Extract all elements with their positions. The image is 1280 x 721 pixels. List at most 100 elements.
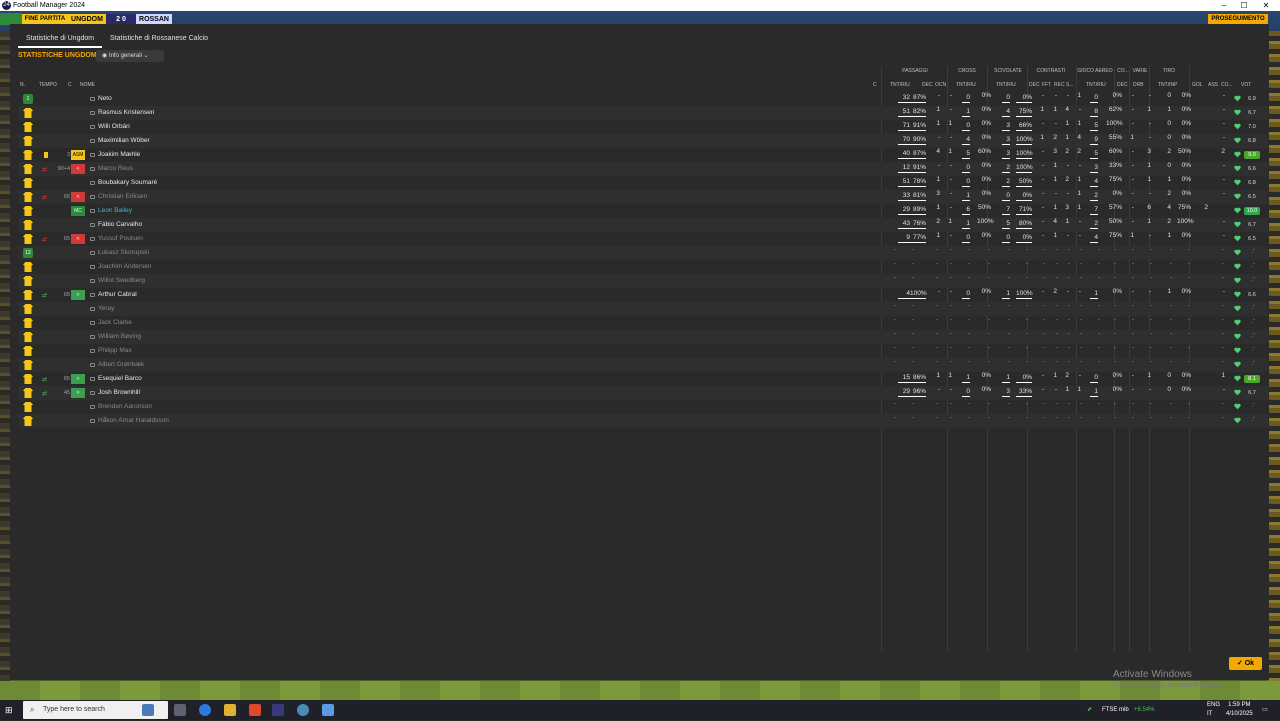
player-card-icon[interactable]: [90, 279, 95, 283]
player-card-icon[interactable]: [90, 391, 95, 395]
table-row[interactable]: Maximilian Wöber 70 90% - -4 0% 3 100% 1 2 1 4 9 55% 1…: [18, 134, 1268, 148]
table-row[interactable]: Joachim Andersen - - - - - - - - - - - - - - - - - - - - -: [18, 260, 1268, 274]
col-aereo-tnt[interactable]: TNT/RIU: [1086, 82, 1106, 88]
table-row[interactable]: Fábio Carvalho 43 76% 2 1 1 100% 5 80% - 4 1 - 2 50% - 1…: [18, 218, 1268, 232]
steam-icon[interactable]: [297, 704, 309, 716]
brave-icon[interactable]: [249, 704, 261, 716]
player-card-icon[interactable]: [90, 321, 95, 325]
tab-away-stats[interactable]: Statistiche di Rossanese Calcio: [102, 32, 216, 48]
table-row[interactable]: Brenden Aaronson - - - - - - - - - - - - - - - - - - - - -: [18, 400, 1268, 414]
position-badge[interactable]: >: [71, 290, 85, 300]
col-sciv-tnt[interactable]: TNT/RIU: [996, 82, 1016, 88]
player-name[interactable]: William Bøving: [98, 330, 141, 344]
player-card-icon[interactable]: [90, 195, 95, 199]
col-co-dec[interactable]: DEC: [1117, 82, 1128, 88]
col-vot[interactable]: VOT: [1241, 82, 1251, 88]
player-card-icon[interactable]: [90, 419, 95, 423]
col-contr-dec[interactable]: DEC: [1029, 82, 1040, 88]
player-name[interactable]: Willi Orbán: [98, 120, 130, 134]
view-select[interactable]: ◉ Info generali ⌄: [96, 50, 164, 62]
player-name[interactable]: Maximilian Wöber: [98, 134, 150, 148]
table-row[interactable]: Rasmus Kristensen 51 82% 1 - 1 0% 4 75% 1 1 4 - 8 62% -…: [18, 106, 1268, 120]
position-badge[interactable]: MC: [71, 206, 85, 216]
player-card-icon[interactable]: [90, 97, 95, 101]
task-view-icon[interactable]: [174, 704, 186, 716]
player-card-icon[interactable]: [90, 349, 95, 353]
position-badge[interactable]: <: [71, 234, 85, 244]
player-card-icon[interactable]: [90, 181, 95, 185]
position-badge[interactable]: ASM: [71, 150, 85, 160]
clock[interactable]: 1:59 PM 4/10/2025: [1226, 701, 1253, 721]
table-row[interactable]: Philipp Max - - - - - - - - - - - - - - - - - - - - -: [18, 344, 1268, 358]
file-explorer-icon[interactable]: [224, 704, 236, 716]
player-name[interactable]: Jack Clarke: [98, 316, 132, 330]
col-tempo[interactable]: TEMPO: [39, 82, 57, 88]
table-row[interactable]: ⇄ 65 < Christian Eriksen 33 81% 3 - 1 0% 0 0% - - - 1 2 0…: [18, 190, 1268, 204]
table-row[interactable]: Yeray - - - - - - - - - - - - - - - - - - - - -: [18, 302, 1268, 316]
player-name[interactable]: Håkon Arnar Haraldsson: [98, 414, 169, 428]
col-c[interactable]: C: [68, 82, 72, 88]
col-c2[interactable]: C: [873, 82, 877, 88]
football-manager-taskbar-icon[interactable]: [272, 704, 284, 716]
language-indicator[interactable]: ENG IT: [1207, 701, 1220, 721]
table-row[interactable]: ⇄ 90+4 < Marco Reus 12 91% - -0 0% 2 100% -1- -3 33% -…: [18, 162, 1268, 176]
notification-icon[interactable]: ▭: [1262, 700, 1268, 720]
col-gol[interactable]: GOL: [1192, 82, 1203, 88]
col-pass-tnt[interactable]: TNT/RIU: [890, 82, 910, 88]
player-name[interactable]: Albert Grønbæk: [98, 358, 144, 372]
player-name[interactable]: Neto: [98, 92, 112, 106]
player-card-icon[interactable]: [90, 139, 95, 143]
player-name[interactable]: Willot Swedberg: [98, 274, 145, 288]
col-drb[interactable]: DRB: [1133, 82, 1144, 88]
player-name[interactable]: Leon Bailey: [98, 204, 132, 218]
table-row[interactable]: MC Leon Bailey 29 89% 1 - 6 50% 7 71% - 1 3 1 7 57% - 6 4 7…: [18, 204, 1268, 218]
player-card-icon[interactable]: [90, 209, 95, 213]
player-name[interactable]: Boubakary Soumaré: [98, 176, 157, 190]
col-occ[interactable]: OCN: [935, 82, 946, 88]
table-row[interactable]: Willi Orbán 71 91% 1 1 0 0% 3 66% - -1 1 5 100% - -0 0% -…: [18, 120, 1268, 134]
player-card-icon[interactable]: [90, 251, 95, 255]
table-row[interactable]: ⇄ 65 > Esequiel Barco 15 86% 1 1 1 0% 1 0% - 1 2 - 0 0% - 1…: [18, 372, 1268, 386]
player-card-icon[interactable]: [90, 377, 95, 381]
col-dec[interactable]: DEC: [922, 82, 933, 88]
player-name[interactable]: Arthur Cabral: [98, 288, 137, 302]
ok-button[interactable]: ✓ Ok: [1229, 657, 1262, 670]
maximize-button[interactable]: ☐: [1232, 0, 1256, 11]
player-card-icon[interactable]: [90, 293, 95, 297]
player-card-icon[interactable]: [90, 335, 95, 339]
ticker-name[interactable]: FTSE mib: [1102, 700, 1129, 720]
table-row[interactable]: Willot Swedberg - - - - - - - - - - - - - - - - - - - - -: [18, 274, 1268, 288]
table-row[interactable]: 3 ASM Joakim Mæhle 40 87% 4 1 5 60% 3 100% -3 2 2 5 60%…: [18, 148, 1268, 162]
col-cross-tnt[interactable]: TNT/RIU: [956, 82, 976, 88]
player-name[interactable]: Yussuf Poulsen: [98, 232, 143, 246]
close-button[interactable]: ✕: [1254, 0, 1278, 11]
table-row[interactable]: ⇄ 45 > Josh Brownhill 29 96% - - 0 0% 3 33% - - 1 1 1 0% -…: [18, 386, 1268, 400]
player-name[interactable]: Joachim Andersen: [98, 260, 151, 274]
table-row[interactable]: ⇄ 65 < Yussuf Poulsen 9 77% 1 - 0 0% 0 0% - 1 - - 4 75% 1 -…: [18, 232, 1268, 246]
position-badge[interactable]: >: [71, 374, 85, 384]
tab-home-stats[interactable]: Statistiche di Ungdom: [18, 32, 103, 48]
table-row[interactable]: 12 Łukasz Skorupski - - - - - - - - - - - - - - - - - - - - -: [18, 246, 1268, 260]
player-card-icon[interactable]: [90, 265, 95, 269]
app-icon-taskbar[interactable]: [322, 704, 334, 716]
player-name[interactable]: Christian Eriksen: [98, 190, 147, 204]
player-card-icon[interactable]: [90, 167, 95, 171]
player-name[interactable]: Marco Reus: [98, 162, 133, 176]
col-co2[interactable]: CO...: [1221, 82, 1233, 88]
position-badge[interactable]: <: [71, 164, 85, 174]
player-name[interactable]: Philipp Max: [98, 344, 132, 358]
player-name[interactable]: Joakim Mæhle: [98, 148, 140, 162]
player-name[interactable]: Esequiel Barco: [98, 372, 142, 386]
table-row[interactable]: Håkon Arnar Haraldsson - - - - - - - - - - - - - - - - - -…: [18, 414, 1268, 428]
player-card-icon[interactable]: [90, 237, 95, 241]
col-ass[interactable]: ASS: [1208, 82, 1218, 88]
player-card-icon[interactable]: [90, 223, 95, 227]
player-card-icon[interactable]: [90, 405, 95, 409]
table-row[interactable]: 1 Neto 32 87% - - 0 0% 0 0% - - - 1 0 0% - - 0 0% - 6.9: [18, 92, 1268, 106]
table-row[interactable]: Albert Grønbæk - - - - - - - - - - - - - - - - - - - - -: [18, 358, 1268, 372]
position-badge[interactable]: >: [71, 388, 85, 398]
col-nome[interactable]: NOME: [80, 82, 95, 88]
col-rec[interactable]: REC S...: [1054, 82, 1073, 88]
player-name[interactable]: Fábio Carvalho: [98, 218, 142, 232]
table-row[interactable]: ⇄ 65 > Arthur Cabral 4 100% - -0 0% 1 100% -2- -1 0% -…: [18, 288, 1268, 302]
